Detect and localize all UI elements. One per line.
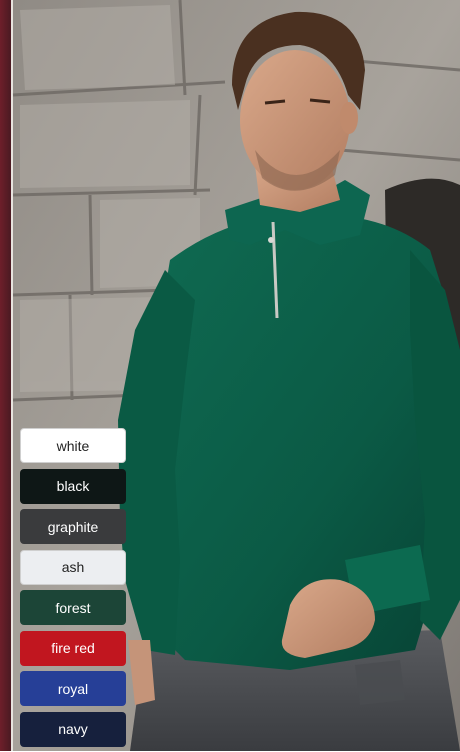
color-swatch-fire-red[interactable]: fire red	[20, 630, 126, 666]
color-swatch-forest[interactable]: forest	[20, 590, 126, 625]
color-swatch-list: white black graphite ash forest fire red royal…	[20, 428, 128, 752]
color-swatch-label: navy	[58, 721, 88, 737]
color-swatch-navy[interactable]: navy	[20, 711, 126, 747]
color-swatch-label: ash	[61, 559, 85, 575]
color-swatch-label: white	[56, 437, 90, 454]
color-swatch-label: royal	[57, 680, 89, 697]
color-swatch-white[interactable]: white	[20, 428, 126, 463]
color-swatch-royal[interactable]: royal	[20, 671, 126, 706]
color-swatch-label: graphite	[47, 518, 99, 535]
color-swatch-label: black	[56, 478, 90, 494]
color-swatch-label: forest	[55, 599, 91, 616]
color-swatch-ash[interactable]: ash	[20, 549, 126, 585]
color-swatch-black[interactable]: black	[20, 468, 126, 504]
color-swatch-graphite[interactable]: graphite	[20, 509, 126, 544]
color-swatch-label: fire red	[51, 640, 95, 656]
